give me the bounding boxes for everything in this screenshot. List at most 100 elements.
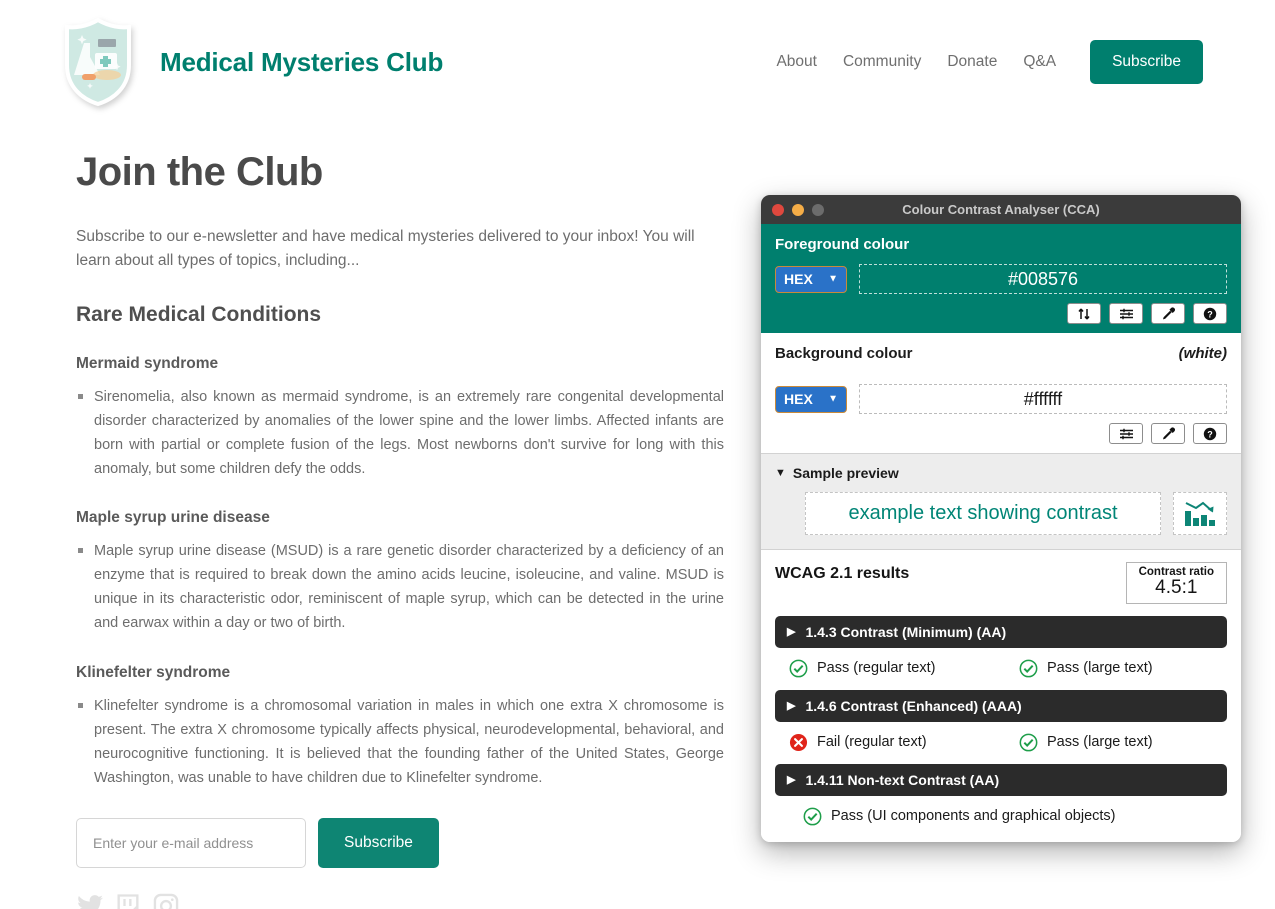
foreground-format-select[interactable]: HEX: [775, 265, 847, 293]
sample-text: example text showing contrast: [848, 502, 1118, 524]
verdict-large-text: Pass (large text): [1019, 659, 1153, 678]
twitch-icon[interactable]: [114, 892, 142, 909]
help-icon[interactable]: ?: [1193, 303, 1227, 324]
newsletter-form: Subscribe: [76, 817, 726, 868]
medical-shield-icon: [62, 17, 134, 107]
bar-chart-down-icon: [1185, 501, 1215, 526]
verdict-large-text: Pass (large text): [1019, 733, 1153, 752]
brand[interactable]: Medical Mysteries Club: [62, 17, 443, 107]
main-content: Join the Club Subscribe to our e-newslet…: [76, 150, 726, 909]
intro-paragraph: Subscribe to our e-newsletter and have m…: [76, 228, 695, 270]
background-format-select-wrap: HEX ▼: [775, 385, 847, 413]
cca-titlebar[interactable]: Colour Contrast Analyser (CCA): [761, 195, 1241, 224]
contrast-ratio-value: 4.5:1: [1155, 577, 1198, 598]
contrast-ratio-box: Contrast ratio 4.5:1: [1125, 562, 1227, 604]
verdict-regular-text: Fail (regular text): [789, 733, 1019, 752]
background-input-row: HEX ▼: [775, 384, 1227, 414]
verdict-ui-components: Pass (UI components and graphical object…: [789, 807, 1116, 826]
nav-link-donate[interactable]: Donate: [947, 53, 997, 71]
condition-list-mermaid: Sirenomelia, also known as mermaid syndr…: [76, 385, 726, 481]
cca-window-title: Colour Contrast Analyser (CCA): [902, 202, 1100, 217]
nav-link-about[interactable]: About: [776, 53, 817, 71]
background-label: Background colour: [775, 345, 913, 362]
background-hex-input[interactable]: [859, 384, 1227, 414]
sample-preview-label: Sample preview: [792, 465, 899, 481]
verdict-text: Pass (regular text): [817, 660, 936, 677]
section-title: Rare Medical Conditions: [76, 303, 322, 327]
page-root: Medical Mysteries Club About Community D…: [0, 0, 1275, 909]
cca-window: Colour Contrast Analyser (CCA) Foregroun…: [761, 195, 1241, 842]
criterion-1-4-6[interactable]: ▶ 1.4.6 Contrast (Enhanced) (AAA): [775, 689, 1227, 722]
pass-check-icon: [1019, 659, 1038, 678]
triangle-right-icon: ▶: [787, 700, 796, 713]
background-panel: Background colour (white) HEX ▼ #ffffff …: [761, 333, 1241, 454]
condition-title-klinefelter: Klinefelter syndrome: [76, 663, 231, 681]
condition-list-klinefelter: Klinefelter syndrome is a chromosomal va…: [76, 694, 726, 790]
verdicts-1-4-6: Fail (regular text) Pass (large text): [775, 733, 1227, 752]
sliders-icon[interactable]: [1109, 303, 1143, 324]
criterion-1-4-11[interactable]: ▶ 1.4.11 Non-text Contrast (AA): [775, 763, 1227, 796]
condition-title-msud: Maple syrup urine disease: [76, 509, 270, 527]
brand-title: Medical Mysteries Club: [160, 46, 444, 77]
results-header: WCAG 2.1 results Contrast ratio 4.5:1: [775, 562, 1227, 604]
nav-link-community[interactable]: Community: [843, 53, 921, 71]
verdict-text: Pass (UI components and graphical object…: [831, 808, 1116, 825]
nav-link-qa[interactable]: Q&A: [1023, 53, 1056, 71]
header-subscribe-button[interactable]: Subscribe: [1090, 40, 1203, 84]
background-icon-row: ?: [775, 423, 1227, 444]
verdict-text: Pass (large text): [1047, 734, 1153, 751]
verdict-text: Fail (regular text): [817, 734, 927, 751]
verdict-regular-text: Pass (regular text): [789, 659, 1019, 678]
instagram-icon[interactable]: [152, 892, 180, 909]
site-header: Medical Mysteries Club About Community D…: [0, 0, 1275, 124]
results-title: WCAG 2.1 results: [775, 565, 910, 582]
list-item: Klinefelter syndrome is a chromosomal va…: [76, 694, 724, 790]
condition-title-mermaid: Mermaid syndrome: [76, 355, 219, 373]
triangle-right-icon: ▶: [787, 774, 796, 787]
foreground-format-select-wrap: HEX ▼: [775, 265, 847, 293]
social-links: [76, 892, 726, 909]
foreground-label: Foreground colour: [775, 236, 910, 253]
sample-preview-row: example text showing contrast: [775, 492, 1227, 535]
page-title: Join the Club: [76, 150, 323, 194]
pass-check-icon: [789, 659, 808, 678]
criterion-label: 1.4.11 Non-text Contrast (AA): [805, 771, 1000, 788]
email-field[interactable]: [76, 817, 306, 868]
foreground-icon-row: ?: [775, 303, 1227, 324]
pass-check-icon: [1019, 733, 1038, 752]
list-item: Sirenomelia, also known as mermaid syndr…: [76, 385, 724, 481]
main-nav: About Community Donate Q&A Subscribe: [776, 40, 1203, 84]
fail-cross-icon: [789, 733, 808, 751]
foreground-input-row: HEX ▼: [775, 264, 1227, 294]
foreground-panel: Foreground colour HEX ▼ #008576 ?: [761, 224, 1241, 333]
swap-colours-icon[interactable]: [1067, 303, 1101, 324]
form-subscribe-button[interactable]: Subscribe: [318, 817, 439, 868]
triangle-down-icon: ▼: [775, 467, 786, 479]
sample-preview-panel: ▼ Sample preview example text showing co…: [761, 454, 1241, 550]
help-icon[interactable]: ?: [1193, 423, 1227, 444]
wcag-results-panel: WCAG 2.1 results Contrast ratio 4.5:1 ▶ …: [761, 550, 1241, 842]
pass-check-icon: [803, 807, 822, 826]
condition-list-msud: Maple syrup urine disease (MSUD) is a ra…: [76, 539, 726, 635]
svg-text:?: ?: [1207, 429, 1213, 439]
sample-graphic-box: [1173, 492, 1227, 535]
criterion-label: 1.4.6 Contrast (Enhanced) (AAA): [805, 697, 1022, 714]
sample-text-box: example text showing contrast: [805, 492, 1161, 535]
svg-text:?: ?: [1207, 309, 1213, 319]
sample-preview-disclosure[interactable]: ▼ Sample preview: [775, 465, 1227, 481]
foreground-hex-input[interactable]: [859, 264, 1227, 294]
background-colour-name: (white): [1178, 345, 1227, 362]
list-item: Maple syrup urine disease (MSUD) is a ra…: [76, 539, 724, 635]
triangle-right-icon: ▶: [787, 626, 796, 639]
twitter-icon[interactable]: [76, 892, 104, 909]
criterion-1-4-3[interactable]: ▶ 1.4.3 Contrast (Minimum) (AA): [775, 615, 1227, 648]
verdicts-1-4-11: Pass (UI components and graphical object…: [775, 807, 1227, 826]
background-header: Background colour (white): [775, 345, 1227, 373]
verdicts-1-4-3: Pass (regular text) Pass (large text): [775, 659, 1227, 678]
criterion-label: 1.4.3 Contrast (Minimum) (AA): [805, 623, 1007, 640]
sliders-icon[interactable]: [1109, 423, 1143, 444]
verdict-text: Pass (large text): [1047, 660, 1153, 677]
eyedropper-icon[interactable]: [1151, 423, 1185, 444]
background-format-select[interactable]: HEX: [775, 385, 847, 413]
eyedropper-icon[interactable]: [1151, 303, 1185, 324]
